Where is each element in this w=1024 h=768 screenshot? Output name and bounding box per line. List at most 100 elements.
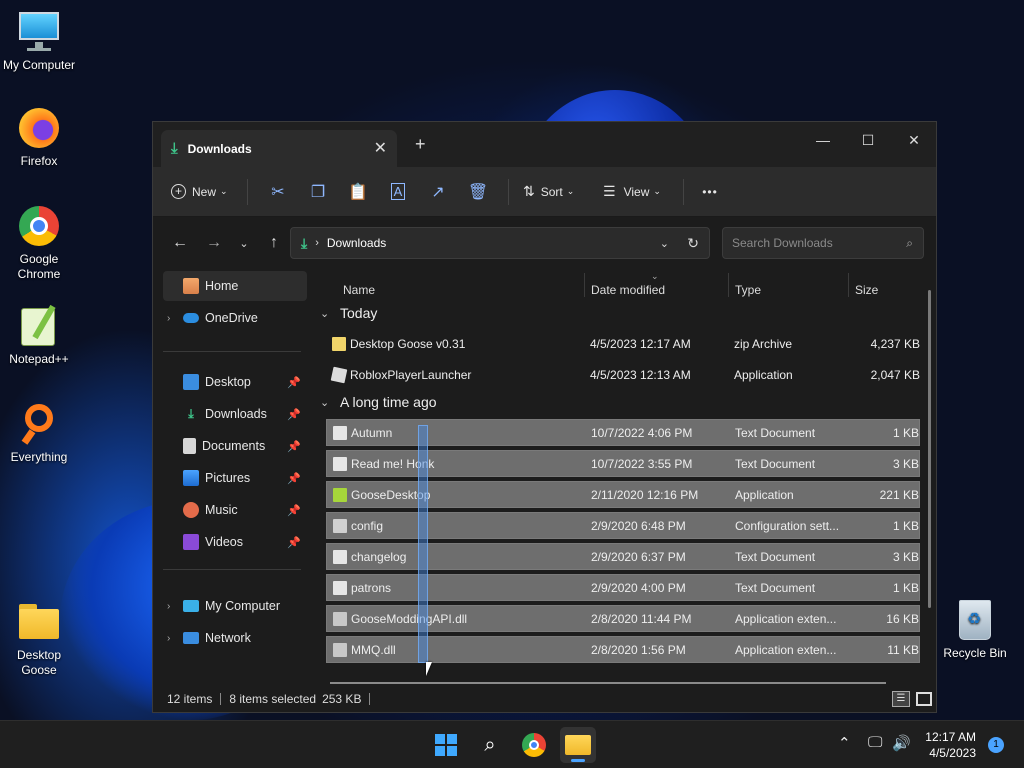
file-explorer-window: ⤓ Downloads ✕ + — ☐ ✕ + New ⌄ ✂ ❐ 📋 A ↗ … <box>152 121 937 713</box>
pin-icon: 📌 <box>287 536 301 549</box>
tiles-view-icon[interactable] <box>916 692 932 706</box>
search-taskbar-button[interactable]: ⌕ <box>472 727 508 763</box>
cloud-icon <box>183 313 199 323</box>
expand-chevron-icon[interactable]: › <box>167 633 170 644</box>
network-icon <box>183 632 199 644</box>
chevron-down-icon: ⌄ <box>220 186 228 196</box>
breadcrumb-chevron-icon: › <box>315 237 319 249</box>
selected-size: 253 KB <box>322 692 362 706</box>
delete-button[interactable]: 🗑 <box>454 176 502 208</box>
file-row[interactable]: Autumn 10/7/2022 4:06 PM Text Document 1… <box>326 419 920 446</box>
maximize-button[interactable]: ☐ <box>845 126 891 154</box>
dll-file-icon <box>333 642 347 657</box>
expand-chevron-icon[interactable]: › <box>167 313 170 324</box>
details-view-icon[interactable]: ☰ <box>892 691 910 707</box>
column-header-type[interactable]: Type <box>735 277 761 303</box>
network-status-icon[interactable]: 🖵 <box>868 734 882 751</box>
magnifier-icon <box>17 402 61 446</box>
up-arrow-icon[interactable]: ↑ <box>259 234 289 252</box>
file-row[interactable]: MMQ.dll 2/8/2020 1:56 PM Application ext… <box>326 636 920 663</box>
desktop-icon-firefox[interactable]: Firefox <box>0 106 78 169</box>
close-tab-icon[interactable]: ✕ <box>374 138 387 158</box>
file-row[interactable]: changelog 2/9/2020 6:37 PM Text Document… <box>326 543 920 570</box>
sort-icon: ⇅ <box>523 183 535 199</box>
file-row[interactable]: patrons 2/9/2020 4:00 PM Text Document 1… <box>326 574 920 601</box>
file-explorer-taskbar-button[interactable] <box>560 727 596 763</box>
monitor-icon <box>183 600 199 612</box>
pin-icon: 📌 <box>287 376 301 389</box>
file-row[interactable]: RobloxPlayerLauncher 4/5/2023 12:13 AM A… <box>326 361 920 388</box>
desktop-icon-my-computer[interactable]: My Computer <box>0 10 78 73</box>
expand-chevron-icon[interactable]: › <box>167 601 170 612</box>
windows-logo-icon <box>435 734 457 756</box>
sidebar-item-downloads[interactable]: ⤓ Downloads 📌 <box>163 399 307 429</box>
column-header-date[interactable]: Date modified ⌄ <box>591 271 665 303</box>
more-options-button[interactable]: ••• <box>690 176 730 208</box>
group-header-long-ago[interactable]: ⌄ A long time ago <box>320 394 437 410</box>
desktop-icon-desktop-goose[interactable]: Desktop Goose <box>0 600 78 678</box>
sidebar-item-music[interactable]: Music 📌 <box>163 495 307 525</box>
new-button[interactable]: + New ⌄ <box>171 176 241 208</box>
show-hidden-icons-chevron-icon[interactable]: ⌃ <box>838 734 851 752</box>
firefox-icon <box>17 106 61 150</box>
clock[interactable]: 12:17 AM 4/5/2023 <box>925 729 976 761</box>
picture-icon <box>183 470 199 486</box>
sidebar-item-videos[interactable]: Videos 📌 <box>163 527 307 557</box>
sidebar-item-home[interactable]: Home <box>163 271 307 301</box>
address-dropdown-icon[interactable]: ⌄ <box>660 237 669 250</box>
back-arrow-icon[interactable]: ← <box>165 234 195 252</box>
sidebar-item-documents[interactable]: Documents 📌 <box>163 431 307 461</box>
column-header-size[interactable]: Size <box>855 277 878 303</box>
desktop-icon-everything[interactable]: Everything <box>0 402 78 465</box>
view-button[interactable]: ☰ View ⌄ <box>593 176 677 208</box>
file-row[interactable]: GooseDesktop 2/11/2020 12:16 PM Applicat… <box>326 481 920 508</box>
start-button[interactable] <box>428 727 464 763</box>
file-row[interactable]: Read me! Honk 10/7/2022 3:55 PM Text Doc… <box>326 450 920 477</box>
vertical-scrollbar[interactable] <box>928 290 931 608</box>
column-header-name[interactable]: Name <box>343 277 375 303</box>
sidebar-item-pictures[interactable]: Pictures 📌 <box>163 463 307 493</box>
folder-icon <box>17 600 61 644</box>
notification-badge[interactable]: 1 <box>988 737 1004 753</box>
desktop-icon-notepad-plus-plus[interactable]: Notepad++ <box>0 304 78 367</box>
search-icon: ⌕ <box>906 235 913 250</box>
breadcrumb[interactable]: Downloads <box>327 236 386 250</box>
taskbar: ⌕ ⌃ 🖵 🔊 12:17 AM 4/5/2023 1 <box>0 720 1024 768</box>
pin-icon: 📌 <box>287 408 301 421</box>
volume-icon[interactable]: 🔊 <box>892 734 911 752</box>
horizontal-scrollbar[interactable] <box>330 682 886 684</box>
file-row[interactable]: config 2/9/2020 6:48 PM Configuration se… <box>326 512 920 539</box>
goose-app-icon <box>333 487 347 502</box>
sort-button[interactable]: ⇅ Sort ⌄ <box>515 176 593 208</box>
file-row[interactable]: Desktop Goose v0.31 4/5/2023 12:17 AM zi… <box>326 330 920 357</box>
minimize-button[interactable]: — <box>800 126 846 154</box>
zip-file-icon <box>332 336 346 351</box>
download-icon: ⤓ <box>301 234 308 251</box>
tab-downloads[interactable]: ⤓ Downloads ✕ <box>161 130 397 167</box>
recent-locations-chevron-icon[interactable]: ⌄ <box>229 237 259 250</box>
chrome-taskbar-button[interactable] <box>516 727 552 763</box>
search-icon: ⌕ <box>484 733 496 756</box>
desktop-icon-chrome[interactable]: Google Chrome <box>0 204 78 282</box>
sidebar-item-network[interactable]: › Network <box>163 623 307 653</box>
sort-indicator-icon: ⌄ <box>651 271 659 281</box>
search-input[interactable]: Search Downloads ⌕ <box>722 227 924 259</box>
command-bar: + New ⌄ ✂ ❐ 📋 A ↗ 🗑 ⇅ Sort ⌄ ☰ View ⌄ ••… <box>153 167 936 217</box>
close-window-button[interactable]: ✕ <box>891 126 937 154</box>
new-tab-icon[interactable]: + <box>415 134 426 155</box>
desktop-icon-recycle-bin[interactable]: ♻ Recycle Bin <box>936 598 1014 661</box>
sidebar-item-onedrive[interactable]: › OneDrive <box>163 303 307 333</box>
text-file-icon <box>333 425 347 440</box>
clipboard-icon: 📋 <box>348 183 368 201</box>
document-icon <box>183 438 196 454</box>
group-header-today[interactable]: ⌄ Today <box>320 305 377 321</box>
refresh-icon[interactable]: ↻ <box>687 235 699 252</box>
address-bar[interactable]: ⤓ › Downloads ⌄ ↻ <box>290 227 710 259</box>
forward-arrow-icon[interactable]: → <box>199 234 229 252</box>
pin-icon: 📌 <box>287 472 301 485</box>
sidebar-item-desktop[interactable]: Desktop 📌 <box>163 367 307 397</box>
file-row[interactable]: GooseModdingAPI.dll 2/8/2020 11:44 PM Ap… <box>326 605 920 632</box>
sidebar-item-my-computer[interactable]: › My Computer <box>163 591 307 621</box>
download-icon: ⤓ <box>171 140 178 157</box>
chevron-down-icon: ⌄ <box>566 186 575 196</box>
